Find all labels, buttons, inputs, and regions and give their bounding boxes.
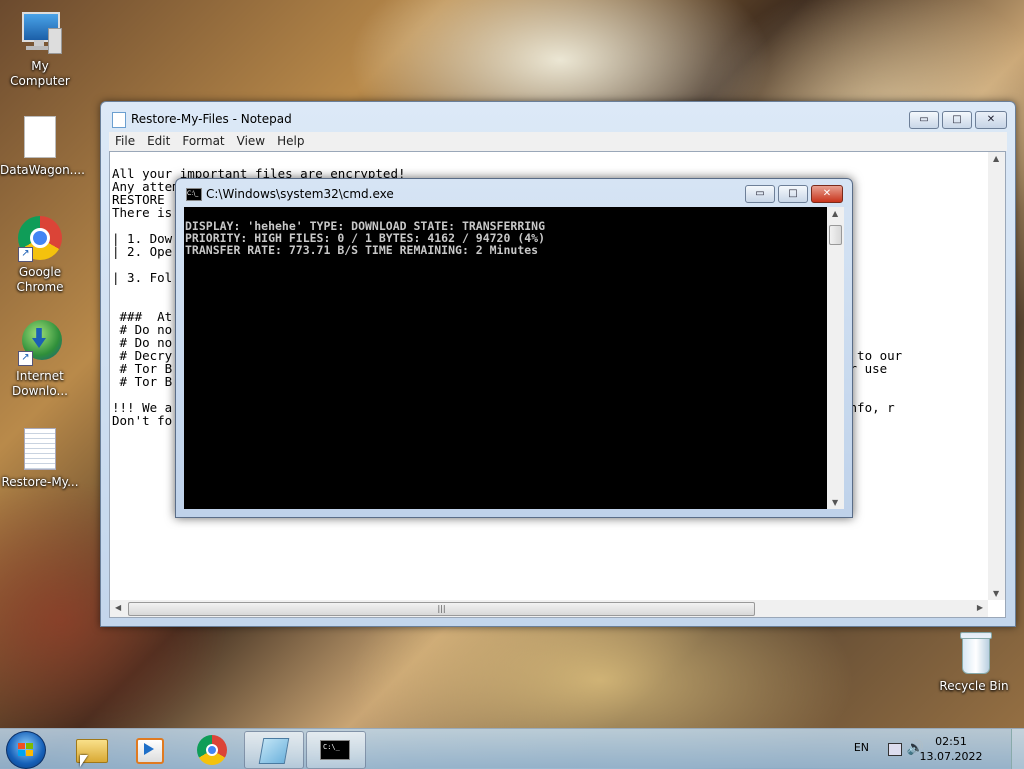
cmd-icon: C:\_: [186, 188, 202, 201]
cmd-title: C:\Windows\system32\cmd.exe: [206, 187, 394, 201]
close-button[interactable]: ✕: [811, 185, 843, 203]
maximize-button[interactable]: □: [942, 111, 972, 129]
cmd-console[interactable]: DISPLAY: 'hehehe' TYPE: DOWNLOAD STATE: …: [184, 207, 844, 509]
scroll-up-icon[interactable]: ▲: [993, 154, 999, 163]
minimize-button[interactable]: ▭: [909, 111, 939, 129]
minimize-button[interactable]: ▭: [745, 185, 775, 203]
recycle-bin-icon: [952, 630, 996, 676]
desktop-icon-datawagon[interactable]: DataWagon....: [0, 114, 85, 178]
text-file-icon: [18, 426, 62, 472]
clock[interactable]: 02:51 13.07.2022: [916, 734, 986, 764]
menu-format[interactable]: Format: [176, 132, 230, 151]
computer-icon: [18, 10, 62, 56]
desktop-icon-my-computer[interactable]: My Computer: [0, 10, 80, 89]
menu-file[interactable]: File: [109, 132, 141, 151]
notepad-horizontal-scrollbar[interactable]: ◀ ||| ▶: [110, 600, 988, 617]
icon-label: Google Chrome: [16, 265, 64, 294]
shortcut-arrow-icon: ↗: [18, 351, 33, 366]
icon-label: DataWagon....: [0, 163, 85, 177]
notepad-menubar: File Edit Format View Help: [109, 132, 1007, 151]
scroll-down-icon[interactable]: ▼: [993, 589, 999, 598]
start-button[interactable]: [6, 731, 46, 769]
desktop-icon-internet-download[interactable]: ↗ Internet Downlo...: [0, 320, 80, 399]
desktop-icon-restore-my-files[interactable]: Restore-My...: [0, 426, 80, 490]
notepad-vertical-scrollbar[interactable]: ▲ ▼: [988, 152, 1005, 600]
icon-label: My Computer: [10, 59, 70, 88]
notepad-title: Restore-My-Files - Notepad: [131, 112, 292, 126]
notepad-titlebar[interactable]: Restore-My-Files - Notepad ▭ □ ✕: [101, 102, 1015, 132]
menu-view[interactable]: View: [231, 132, 271, 151]
cmd-icon: C:\_: [320, 740, 350, 760]
scroll-left-icon[interactable]: ◀: [115, 603, 121, 612]
globe-download-icon: ↗: [18, 320, 62, 366]
taskbar-media-player[interactable]: [120, 731, 178, 767]
show-desktop-button[interactable]: [1011, 729, 1024, 769]
horizontal-scroll-thumb[interactable]: |||: [128, 602, 755, 616]
notepad-icon: [112, 112, 126, 128]
scroll-right-icon[interactable]: ▶: [977, 603, 983, 612]
scroll-down-icon[interactable]: ▼: [832, 498, 838, 507]
taskbar-chrome[interactable]: [182, 731, 240, 767]
scroll-up-icon[interactable]: ▲: [832, 209, 838, 218]
language-indicator[interactable]: EN: [854, 741, 869, 754]
menu-help[interactable]: Help: [271, 132, 310, 151]
desktop-icon-google-chrome[interactable]: ↗ Google Chrome: [0, 216, 80, 295]
notepad-icon: [258, 738, 290, 764]
cmd-vertical-scrollbar[interactable]: ▲ ▼: [827, 207, 844, 509]
network-icon[interactable]: [888, 743, 902, 756]
maximize-button[interactable]: □: [778, 185, 808, 203]
windows-logo-icon: [18, 743, 34, 757]
desktop-icon-recycle-bin[interactable]: Recycle Bin: [934, 630, 1014, 694]
clock-time: 02:51: [935, 735, 967, 748]
taskbar: C:\_ EN 🔊 02:51 13.07.2022: [0, 728, 1024, 769]
close-button[interactable]: ✕: [975, 111, 1007, 129]
taskbar-cmd[interactable]: C:\_: [306, 731, 366, 769]
vertical-scroll-thumb[interactable]: [829, 225, 842, 245]
icon-label: Recycle Bin: [939, 679, 1009, 693]
system-tray: EN 🔊 02:51 13.07.2022: [824, 729, 1024, 769]
chrome-icon: ↗: [18, 216, 62, 262]
mouse-cursor-icon: [80, 755, 88, 767]
taskbar-notepad[interactable]: [244, 731, 304, 769]
chrome-center-icon: [206, 744, 218, 756]
cmd-window[interactable]: C:\_ C:\Windows\system32\cmd.exe ▭ □ ✕ D…: [175, 178, 853, 518]
icon-label: Restore-My...: [1, 475, 79, 489]
menu-edit[interactable]: Edit: [141, 132, 176, 151]
clock-date: 13.07.2022: [919, 750, 983, 763]
taskbar-explorer[interactable]: [62, 731, 120, 767]
file-icon: [18, 114, 62, 160]
shortcut-arrow-icon: ↗: [18, 247, 33, 262]
console-line: TRANSFER RATE: 773.71 B/S TIME REMAINING…: [185, 243, 539, 257]
play-icon: [144, 743, 154, 755]
icon-label: Internet Downlo...: [12, 369, 68, 398]
cmd-output: DISPLAY: 'hehehe' TYPE: DOWNLOAD STATE: …: [185, 208, 824, 509]
